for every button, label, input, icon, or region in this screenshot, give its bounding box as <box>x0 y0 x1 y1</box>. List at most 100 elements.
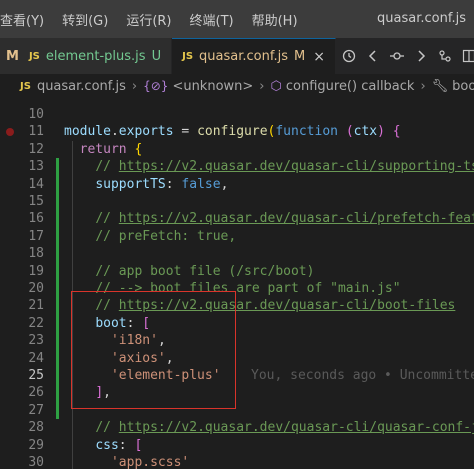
code-token: https://v2.quasar.dev/quasar-cli/prefetc… <box>118 211 474 227</box>
timeline-history-icon[interactable] <box>342 49 356 63</box>
menu-terminal[interactable]: 终端(T) <box>181 10 243 29</box>
code-token: // app boot file (/src/boot) <box>95 263 315 279</box>
code-text: 'axios', <box>64 350 174 367</box>
git-blame-annotation: You, seconds ago • Uncommitted <box>251 368 474 383</box>
code-token: ( <box>345 124 354 140</box>
code-text: // https://v2.quasar.dev/quasar-cli/boot… <box>64 297 455 314</box>
tab-status-untracked: U <box>151 48 162 64</box>
code-text: // https://v2.quasar.dev/quasar-cli/quas… <box>64 419 474 436</box>
code-token: { <box>134 141 143 157</box>
window-title: quasar.conf.js <box>377 11 466 26</box>
line-number: 20 <box>28 281 44 296</box>
code-token: = <box>173 124 198 140</box>
js-file-icon: JS <box>28 50 40 62</box>
code-token: https://v2.quasar.dev/quasar-cli/support… <box>118 159 474 175</box>
modified-gutter-marker[interactable] <box>56 349 59 420</box>
code-token: configure <box>197 124 268 140</box>
code-token: 'axios' <box>110 350 166 366</box>
tab-partial-modified[interactable]: M <box>0 38 19 74</box>
breakpoint-icon[interactable] <box>6 128 14 137</box>
indent-guide <box>72 140 73 469</box>
tab-element-plus[interactable]: JS element-plus.js U <box>18 38 173 74</box>
code-token: [ <box>134 437 143 453</box>
code-text: // https://v2.quasar.dev/quasar-cli/supp… <box>64 158 474 175</box>
js-file-icon: JS <box>20 80 31 92</box>
line-number: 24 <box>28 350 44 366</box>
code-line[interactable]: 11 module.exports = configure(function (c… <box>0 123 474 140</box>
code-text: 'element-plus' <box>64 367 221 384</box>
line-number: 25 <box>28 368 44 383</box>
breadcrumb-callback[interactable]: configure() callback <box>286 79 415 94</box>
code-token: // <box>95 420 119 436</box>
code-token: , <box>220 176 229 192</box>
code-token: // <box>95 211 119 227</box>
git-commit-icon[interactable] <box>389 49 404 63</box>
line-number: 27 <box>28 402 44 418</box>
code-token: supportTS <box>95 176 166 192</box>
go-back-icon[interactable] <box>366 49 380 63</box>
code-token: https://v2.quasar.dev/quasar-cli/boot-fi… <box>118 298 456 314</box>
code-token: return <box>79 141 127 157</box>
code-token: false <box>181 176 221 192</box>
menu-run[interactable]: 运行(R) <box>117 10 180 29</box>
code-token: ) <box>377 124 385 140</box>
code-token: css <box>95 437 119 453</box>
code-text: // app boot file (/src/boot) <box>64 263 314 280</box>
code-text: // https://v2.quasar.dev/quasar-cli/pref… <box>64 210 474 227</box>
code-token: https://v2.quasar.dev/quasar-cli/quasar-… <box>118 420 474 436</box>
code-text: // preFetch: true, <box>64 228 236 245</box>
line-number: 26 <box>28 385 44 401</box>
tab-bar: M JS element-plus.js U JS quasar.conf.js… <box>0 38 474 74</box>
menu-help[interactable]: 帮助(H) <box>243 10 307 29</box>
code-token: 'i18n' <box>110 333 158 349</box>
code-token: // preFetch: true, <box>95 228 237 244</box>
line-number: 19 <box>28 263 44 279</box>
line-number: 23 <box>28 333 44 349</box>
line-number: 30 <box>28 455 44 469</box>
close-icon[interactable]: × <box>313 49 325 65</box>
go-forward-icon[interactable] <box>414 49 428 63</box>
menu-view[interactable]: 查看(Y) <box>0 10 53 29</box>
tab-status-modified: M <box>294 49 306 64</box>
breadcrumb: JS quasar.conf.js › {⊘} <unknown> › ⬡ co… <box>0 74 474 98</box>
line-number: 22 <box>28 315 44 331</box>
code-text: return { <box>64 141 143 158</box>
line-number: 21 <box>28 298 44 314</box>
chevron-right-icon: › <box>131 78 138 94</box>
editor-actions <box>342 38 474 74</box>
code-token: module <box>64 124 111 140</box>
function-cube-icon: ⬡ <box>270 78 282 94</box>
braces-icon: {⊘} <box>143 79 169 93</box>
tab-label: element-plus.js <box>45 48 146 64</box>
code-token: : <box>118 437 135 453</box>
split-editor-icon[interactable] <box>462 49 474 63</box>
breadcrumb-file[interactable]: quasar.conf.js <box>37 79 126 94</box>
line-number: 15 <box>28 194 44 209</box>
code-text: 'i18n', <box>64 332 166 349</box>
line-number: 17 <box>28 228 44 244</box>
breadcrumb-boot[interactable]: boot <box>452 79 474 94</box>
menu-goto[interactable]: 转到(G) <box>53 10 117 29</box>
code-token: 'app.scss' <box>110 455 190 469</box>
code-token: // --> boot files are part of "main.js" <box>95 281 401 296</box>
code-editor[interactable]: 10 11 module.exports = configure(function … <box>0 106 474 469</box>
code-token: : <box>165 176 182 192</box>
code-token: ctx <box>353 124 378 140</box>
modified-gutter-marker[interactable] <box>56 158 59 350</box>
tab-quasar-conf[interactable]: JS quasar.conf.js M × <box>172 38 336 74</box>
breadcrumb-unknown[interactable]: <unknown> <box>172 79 253 94</box>
code-line[interactable]: 10 <box>0 106 474 123</box>
line-number: 18 <box>28 246 44 262</box>
code-text: supportTS: false, <box>64 176 228 193</box>
chevron-right-icon: › <box>259 78 265 94</box>
open-changes-icon[interactable] <box>438 49 452 63</box>
code-text: boot: [ <box>64 315 150 332</box>
